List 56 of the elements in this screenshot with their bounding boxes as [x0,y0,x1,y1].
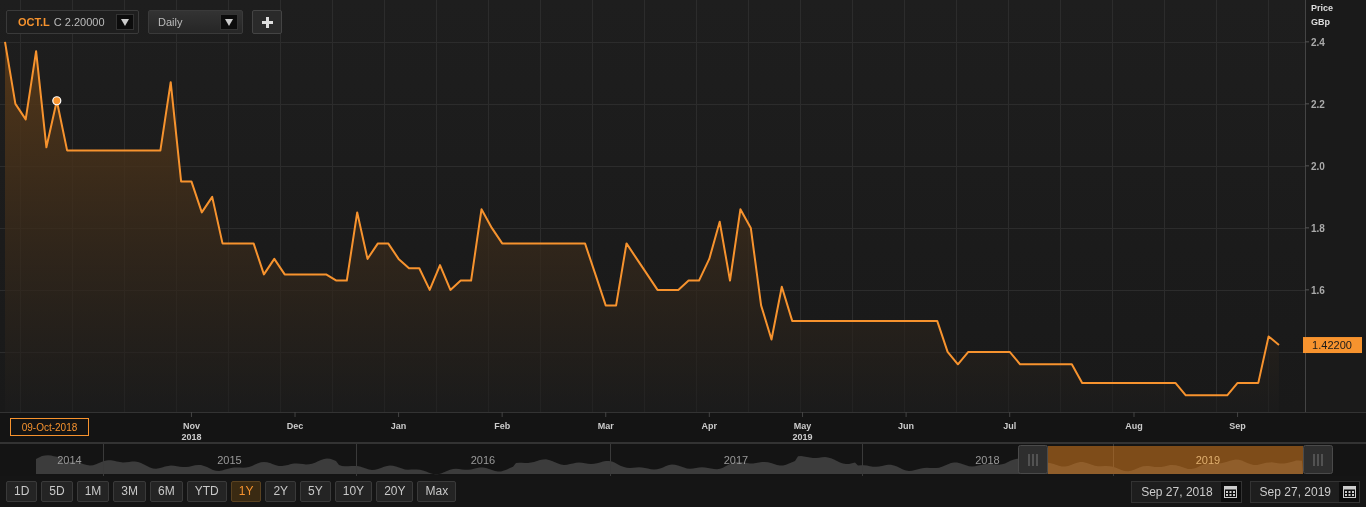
month-label: Apr [701,421,718,431]
period-button[interactable]: 5Y [300,481,331,502]
price-tick-label: 2.2 [1311,98,1325,110]
interval-text: Daily [158,14,183,30]
range-handle[interactable] [1018,445,1048,474]
cursor-marker [52,96,62,106]
period-button[interactable]: 3M [113,481,147,502]
month-label: Jun [898,421,915,431]
period-button[interactable]: 20Y [376,481,414,502]
range-handle[interactable] [1303,445,1333,474]
period-button[interactable]: Max [417,481,457,502]
dropdown-caret-icon[interactable] [220,14,238,30]
year-label: 2018 [181,432,202,442]
navigator-year: 2019 [1195,454,1221,466]
price-tick-label: 2.0 [1311,160,1325,172]
period-button[interactable]: 1Y [230,481,262,502]
period-button[interactable]: 6M [150,481,183,502]
price-tick-label: 2.4 [1311,36,1325,48]
axis-title: Price [1311,3,1334,13]
calendar-icon[interactable] [1339,481,1359,502]
month-label: Mar [597,421,614,431]
period-button[interactable]: YTD [186,481,227,502]
date-field[interactable]: Sep 27, 2019 [1249,480,1360,503]
last-price-badge: 1.42200 [1303,337,1362,354]
plus-icon [261,16,273,28]
price-tick-label: 1.8 [1311,222,1325,234]
period-button[interactable]: 1M [76,481,110,502]
navigator-year: 2018 [975,454,1000,466]
price-tick-label: 1.6 [1311,284,1325,296]
navigator-year: 2014 [57,454,82,466]
period-button[interactable]: 10Y [334,481,373,502]
dropdown-caret-icon[interactable] [116,14,134,30]
month-label: Jan [390,421,407,431]
calendar-icon[interactable] [1220,481,1241,502]
month-label: Nov [182,421,200,431]
navigator-year: 2016 [470,454,496,466]
date-field[interactable]: Sep 27, 2018 [1131,480,1242,503]
month-label: Dec [286,421,304,431]
symbol-text: OCT.L [18,14,50,30]
month-label: Feb [494,421,511,431]
cursor-date-badge: 09-Oct-2018 [10,418,89,436]
month-label: Aug [1125,421,1143,431]
symbol-dropdown[interactable]: OCT.L C 2.20000 [6,10,139,34]
interval-dropdown[interactable]: Daily [148,10,243,34]
month-label: Jul [1003,421,1017,431]
navigator-year: 2017 [723,454,749,466]
period-button[interactable]: 5D [41,481,73,502]
quote-text: C 2.20000 [53,14,105,30]
year-label: 2019 [792,432,813,442]
add-button[interactable] [252,10,282,34]
month-label: May [793,421,812,431]
navigator-year: 2015 [217,454,242,466]
axis-unit: GBp [1311,17,1330,27]
period-button[interactable]: 2Y [265,481,297,502]
month-label: Sep [1229,421,1246,431]
period-button[interactable]: 1D [6,481,38,502]
